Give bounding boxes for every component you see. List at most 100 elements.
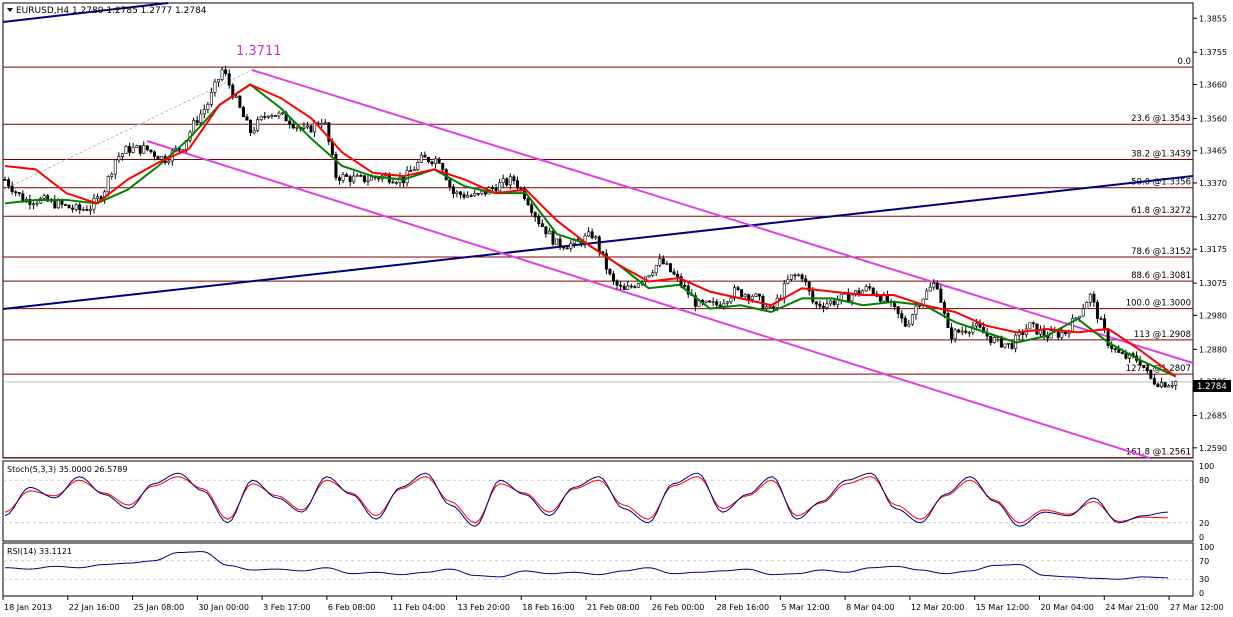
candle-body bbox=[1124, 353, 1128, 359]
candle-body bbox=[782, 283, 786, 299]
candle-body bbox=[821, 305, 825, 308]
candle-body bbox=[256, 119, 260, 131]
candle-body bbox=[960, 330, 964, 333]
candle-body bbox=[277, 112, 281, 117]
candle-body bbox=[967, 331, 971, 334]
time-tick-label: 24 Mar 21:00 bbox=[1105, 603, 1158, 612]
candle-body bbox=[241, 107, 245, 118]
candle-body bbox=[476, 193, 480, 195]
time-tick-label: 27 Mar 12:00 bbox=[1170, 603, 1223, 612]
candle-body bbox=[149, 149, 153, 153]
time-tick-label: 21 Feb 08:00 bbox=[587, 603, 639, 612]
candle-body bbox=[348, 176, 352, 183]
candle-body bbox=[473, 193, 477, 197]
candle-body bbox=[377, 177, 381, 180]
candle-body bbox=[451, 186, 455, 194]
candle-body bbox=[508, 176, 512, 186]
candle-body bbox=[437, 158, 441, 164]
candle-body bbox=[633, 286, 637, 288]
fib-label: 0.0 bbox=[1177, 57, 1191, 67]
candle-body bbox=[928, 286, 932, 292]
candle-body bbox=[199, 113, 203, 124]
candle-body bbox=[17, 192, 21, 195]
candle-body bbox=[78, 204, 82, 211]
candle-body bbox=[10, 185, 14, 193]
candle-body bbox=[498, 182, 502, 192]
price-tick-label: 1.2880 bbox=[1199, 345, 1227, 354]
candle-body bbox=[345, 174, 349, 177]
candle-body bbox=[957, 329, 961, 333]
candle-body bbox=[526, 198, 530, 206]
candle-body bbox=[747, 294, 751, 300]
candle-body bbox=[861, 290, 865, 295]
candle-body bbox=[352, 175, 356, 183]
candle-body bbox=[259, 116, 263, 120]
candle-body bbox=[1142, 364, 1146, 368]
candle-body bbox=[394, 182, 398, 184]
candle-body bbox=[1092, 293, 1096, 303]
candle-body bbox=[88, 208, 92, 211]
candle-body bbox=[1010, 343, 1014, 349]
candle-body bbox=[213, 81, 217, 93]
candle-body bbox=[765, 306, 769, 310]
candle-body bbox=[615, 280, 619, 286]
candle-body bbox=[1110, 345, 1114, 350]
candle-body bbox=[426, 157, 430, 163]
candle-body bbox=[1088, 293, 1092, 303]
price-tick-label: 1.3465 bbox=[1199, 147, 1227, 156]
candle-body bbox=[708, 300, 712, 303]
candle-body bbox=[974, 323, 978, 327]
candle-body bbox=[113, 159, 117, 175]
candle-body bbox=[565, 247, 569, 250]
candle-body bbox=[829, 300, 833, 305]
candle-body bbox=[622, 285, 626, 290]
fib-label: 113 @1.2908 bbox=[1134, 330, 1191, 340]
candle-body bbox=[612, 273, 616, 282]
candle-body bbox=[864, 286, 868, 292]
candle-body bbox=[81, 209, 85, 211]
candle-body bbox=[224, 69, 228, 75]
candle-body bbox=[910, 314, 914, 325]
fib-label: 23.6 @1.3543 bbox=[1131, 114, 1191, 124]
candle-body bbox=[419, 154, 423, 163]
candle-body bbox=[501, 178, 505, 184]
price-tick-label: 1.2685 bbox=[1199, 412, 1227, 421]
candle-body bbox=[1067, 332, 1071, 335]
candle-body bbox=[608, 268, 612, 275]
candle-body bbox=[768, 306, 772, 308]
candle-body bbox=[142, 145, 146, 154]
time-tick-label: 22 Jan 16:00 bbox=[69, 603, 120, 612]
candle-body bbox=[1063, 332, 1067, 335]
price-tick-label: 1.3175 bbox=[1199, 245, 1227, 254]
candle-body bbox=[63, 204, 67, 206]
candle-body bbox=[900, 313, 904, 319]
candle-body bbox=[441, 163, 445, 171]
level-label: 0 bbox=[1199, 533, 1204, 542]
candle-body bbox=[1031, 322, 1035, 325]
candle-body bbox=[156, 156, 160, 160]
candle-body bbox=[715, 301, 719, 306]
current-price-tag: 1.2784 bbox=[1197, 382, 1227, 392]
candle-body bbox=[85, 209, 89, 211]
candle-body bbox=[1056, 331, 1060, 338]
candle-body bbox=[725, 301, 729, 304]
candle-body bbox=[757, 293, 761, 297]
candle-body bbox=[337, 177, 341, 181]
candle-body bbox=[1078, 315, 1082, 319]
candle-body bbox=[334, 154, 338, 178]
candle-body bbox=[636, 283, 640, 288]
candle-body bbox=[629, 285, 633, 288]
candle-body bbox=[964, 330, 968, 333]
candle-body bbox=[878, 295, 882, 302]
candle-body bbox=[569, 243, 573, 249]
candle-body bbox=[836, 299, 840, 305]
candle-body bbox=[252, 130, 256, 134]
candle-body bbox=[434, 158, 438, 165]
candle-body bbox=[491, 187, 495, 189]
time-tick-label: 28 Feb 16:00 bbox=[717, 603, 769, 612]
candle-body bbox=[359, 175, 363, 177]
candle-body bbox=[124, 146, 128, 154]
candle-body bbox=[430, 161, 434, 165]
candle-body bbox=[35, 202, 39, 205]
candle-body bbox=[31, 203, 35, 206]
